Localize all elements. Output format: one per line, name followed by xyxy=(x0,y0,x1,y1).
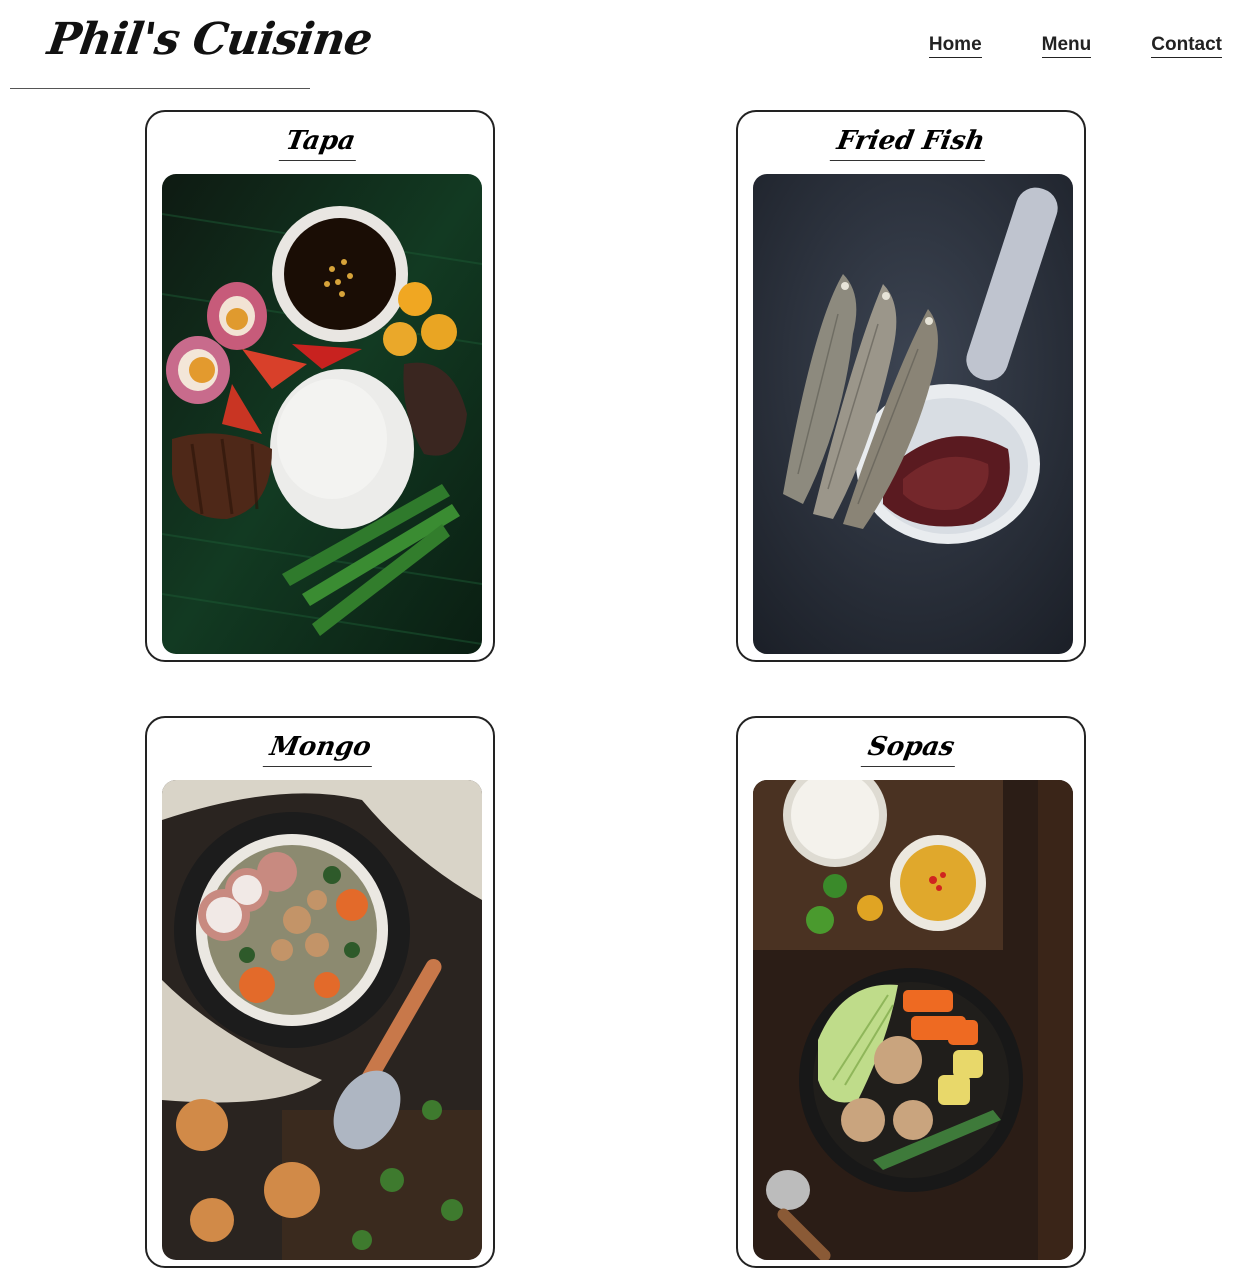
dish-title: Sopas xyxy=(860,730,962,767)
nav-link-contact[interactable]: Contact xyxy=(1151,34,1222,58)
nav-link-menu[interactable]: Menu xyxy=(1041,34,1092,58)
dish-card-fried-fish[interactable]: Fried Fish xyxy=(736,110,1086,662)
dish-card-mongo[interactable]: Mongo xyxy=(145,716,495,1268)
dish-title: Mongo xyxy=(262,730,378,767)
main-nav: Home Menu Contact xyxy=(928,34,1222,58)
dish-card-sopas[interactable]: Sopas xyxy=(736,716,1086,1268)
site-header: Phil's Cuisine Home Menu Contact xyxy=(0,0,1234,92)
tapa-photo xyxy=(162,174,482,654)
site-logo[interactable]: Phil's Cuisine xyxy=(44,14,374,65)
nav-link-home[interactable]: Home xyxy=(928,34,982,58)
mongo-photo xyxy=(162,780,482,1260)
logo-divider xyxy=(10,88,310,89)
dish-title: Fried Fish xyxy=(830,124,992,161)
sopas-photo xyxy=(753,780,1073,1260)
dish-title: Tapa xyxy=(278,124,362,161)
dish-card-tapa[interactable]: Tapa xyxy=(145,110,495,662)
fried-fish-photo xyxy=(753,174,1073,654)
